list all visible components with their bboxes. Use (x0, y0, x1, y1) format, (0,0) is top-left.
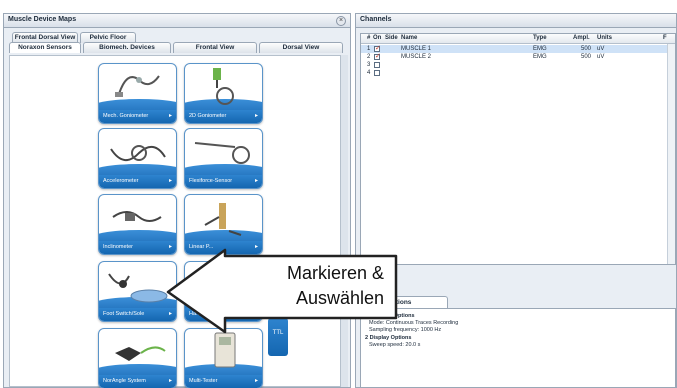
tab-noraxon-sensors[interactable]: Noraxon Sensors (9, 42, 81, 53)
tile-label: Multi-Tester (185, 375, 262, 388)
foot-switch-icon (108, 273, 168, 303)
2d-goniometer-icon (213, 68, 234, 105)
tile-label: Mech. Goniometer (99, 110, 176, 123)
row-name: MUSCLE 2 (401, 54, 432, 60)
row-units: uV (597, 46, 605, 52)
tile-mech-goniometer[interactable]: Mech. Goniometer (98, 63, 177, 124)
col-side[interactable]: Side (385, 35, 398, 41)
row-name: MUSCLE 1 (401, 46, 432, 52)
table-row[interactable]: 2 MUSCLE 2 EMG 500 uV (361, 52, 675, 61)
col-units[interactable]: Units (597, 35, 612, 41)
sensor-grid: Mech. Goniometer 2D Goniometer Accelero (9, 55, 345, 388)
row-ampl: 500 (581, 54, 592, 60)
col-name[interactable]: Name (401, 35, 417, 41)
callout-text: Markieren & Auswählen (214, 261, 384, 311)
tile-linear-potentiometer[interactable]: Linear P... (184, 194, 263, 255)
vertical-scrollbar[interactable] (340, 55, 348, 387)
tile-label: 2D Goniometer (185, 110, 262, 123)
row-number: 3 (367, 62, 371, 68)
panel-splitter[interactable] (360, 267, 676, 295)
table-row[interactable]: 1 MUSCLE 1 EMG 500 uV (361, 44, 675, 53)
tile-label: Flexiforce-Sensor (185, 175, 262, 188)
callout-line2: Auswählen (295, 288, 384, 308)
col-ampl[interactable]: Ampl. (573, 35, 590, 41)
tile-flexiforce-sensor[interactable]: Flexiforce-Sensor (184, 128, 263, 189)
linear-potentiometer-icon (204, 203, 242, 236)
close-icon[interactable]: × (336, 16, 346, 26)
ttl-label: TTL (272, 330, 284, 336)
on-checkbox[interactable] (374, 62, 380, 68)
display-options-header: 2 Display Options (365, 335, 412, 341)
row-number: 2 (367, 54, 371, 60)
col-on[interactable]: On (373, 35, 381, 41)
tile-multi-tester[interactable]: Multi-Tester (184, 328, 263, 388)
col-number[interactable]: # (367, 35, 370, 41)
muscle-device-maps-panel: Muscle Device Maps × Frontal Dorsal View… (3, 13, 351, 388)
row-type: EMG (533, 46, 547, 52)
tab-biomech-devices[interactable]: Biomech. Devices (83, 42, 171, 53)
tile-label: NorAngle System (99, 375, 176, 388)
row-ampl: 500 (581, 46, 592, 52)
goniometer-icon (115, 75, 160, 97)
tile-norangle-system[interactable]: NorAngle System (98, 328, 177, 388)
inclinometer-icon (112, 211, 162, 222)
panel-header: Muscle Device Maps × (4, 14, 350, 28)
panel-header: Channels (356, 14, 676, 28)
app-window: Muscle Device Maps × Frontal Dorsal View… (0, 0, 677, 388)
ttl-tile[interactable]: TTL (268, 318, 288, 356)
flexiforce-sensor-icon (194, 142, 250, 164)
row-number: 1 (367, 46, 371, 52)
tab-dorsal-view[interactable]: Dorsal View (259, 42, 343, 53)
col-f[interactable]: F (663, 35, 667, 41)
options-tabs: Meas. Options (360, 296, 676, 308)
tile-2d-goniometer[interactable]: 2D Goniometer (184, 63, 263, 124)
sampling-text: Sampling frequency: 1000 Hz (369, 327, 442, 333)
options-area: Recording Options Mode: Continuous Trace… (360, 308, 676, 388)
accelerometer-icon (110, 145, 166, 161)
channels-table: # On Side Name Type Ampl. Units F 1 MUSC… (360, 33, 676, 265)
table-row[interactable]: 4 (361, 69, 675, 77)
sweep-text: Sweep speed: 20.0 s (369, 342, 421, 348)
callout-line1: Markieren & (286, 263, 384, 283)
mode-text: Mode: Continuous Traces Recording (369, 320, 459, 326)
row-number: 4 (367, 70, 371, 76)
col-type[interactable]: Type (533, 35, 547, 41)
table-header: # On Side Name Type Ampl. Units F (361, 34, 675, 44)
tile-foot-switch[interactable]: Foot Switch/Sole (98, 261, 177, 322)
tile-label: Accelerometer (99, 175, 176, 188)
tile-label: Foot Switch/Sole (99, 308, 176, 321)
channels-panel: Channels # On Side Name Type Ampl. Units… (355, 13, 677, 388)
on-checkbox[interactable] (374, 70, 380, 76)
row-type: EMG (533, 54, 547, 60)
norangle-icon (115, 346, 166, 361)
row-units: uV (597, 54, 605, 60)
tile-accelerometer[interactable]: Accelerometer (98, 128, 177, 189)
panel-title: Muscle Device Maps (8, 16, 77, 23)
on-checkbox[interactable] (374, 52, 381, 60)
recording-options-header: Recording Options (365, 313, 415, 319)
tile-label: Linear P... (185, 241, 262, 254)
tile-label: Inclinometer (99, 241, 176, 254)
tile-inclinometer[interactable]: Inclinometer (98, 194, 177, 255)
panel-title: Channels (360, 16, 392, 23)
tab-frontal-view[interactable]: Frontal View (173, 42, 257, 53)
table-row[interactable]: 3 (361, 61, 675, 69)
vertical-scrollbar[interactable] (667, 44, 675, 264)
multi-tester-icon (214, 332, 236, 368)
